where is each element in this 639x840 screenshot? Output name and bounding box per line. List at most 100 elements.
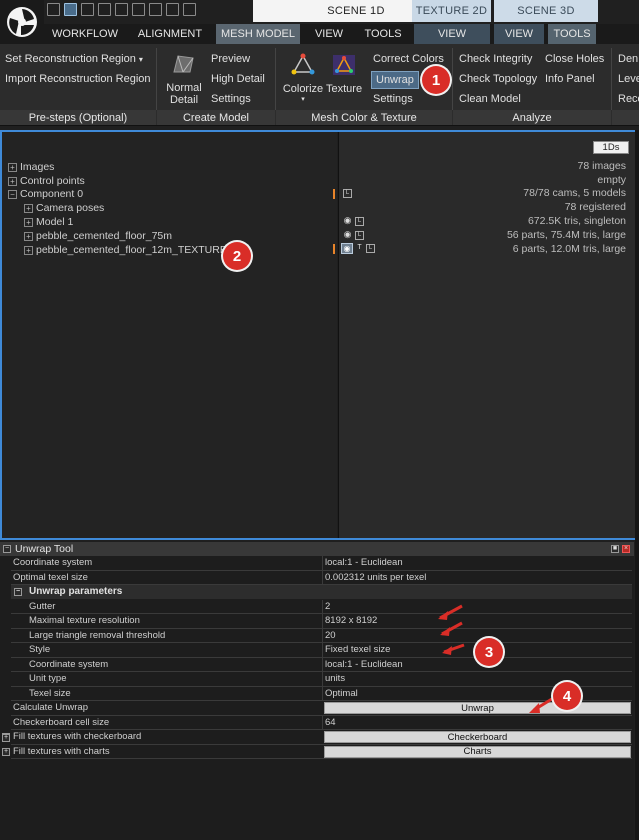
- leve-button[interactable]: Leve: [618, 73, 639, 85]
- tab-scene-3d[interactable]: SCENE 3D: [494, 0, 598, 22]
- divider: [322, 599, 323, 614]
- model1-lock-icon[interactable]: L: [355, 217, 364, 226]
- large-tri-value[interactable]: 20: [325, 630, 336, 641]
- dropdown-icon[interactable]: [183, 3, 196, 16]
- tab-tools-3d[interactable]: TOOLS: [548, 24, 596, 44]
- pin-icon[interactable]: ■: [611, 545, 619, 553]
- expand-icon[interactable]: +: [2, 734, 10, 742]
- tree-item-floor-12m-textured[interactable]: + pebble_cemented_floor_12m_TEXTURED: [24, 243, 234, 257]
- group-create-model: Create Model: [157, 110, 275, 125]
- import-region-button[interactable]: Import Reconstruction Region: [5, 73, 151, 85]
- collapse-icon[interactable]: −: [14, 588, 22, 596]
- check-topology-button[interactable]: Check Topology: [459, 73, 537, 85]
- texture-settings-button[interactable]: Settings: [373, 93, 413, 105]
- layout-quad-icon[interactable]: [149, 3, 162, 16]
- tree-item-camera-poses[interactable]: + Camera poses: [24, 201, 104, 215]
- tab-workflow[interactable]: WORKFLOW: [44, 24, 126, 44]
- section-label: Unwrap parameters: [29, 586, 123, 597]
- expand-icon[interactable]: +: [8, 176, 17, 186]
- tab-tools[interactable]: TOOLS: [356, 24, 410, 44]
- ribbon-tab-bar: WORKFLOW ALIGNMENT MESH MODEL VIEW TOOLS…: [44, 24, 639, 44]
- tab-scene-1d[interactable]: SCENE 1D: [316, 0, 396, 22]
- colorize-button[interactable]: Colorize ▾: [282, 53, 324, 103]
- expand-icon[interactable]: +: [24, 245, 33, 255]
- floor75-lock-icon[interactable]: L: [355, 231, 364, 240]
- style-value[interactable]: Fixed texel size: [325, 644, 390, 655]
- check-integrity-button[interactable]: Check Integrity: [459, 53, 532, 65]
- divider: [156, 48, 157, 110]
- coord-value[interactable]: local:1 - Euclidean: [325, 557, 403, 568]
- info-panel-button[interactable]: Info Panel: [545, 73, 595, 85]
- unit-value[interactable]: units: [325, 673, 345, 684]
- layout-split-icon[interactable]: [81, 3, 94, 16]
- tree-item-model-1[interactable]: + Model 1: [24, 215, 73, 229]
- view-1ds-button[interactable]: 1Ds: [593, 141, 629, 154]
- eye-icon[interactable]: ◉: [343, 230, 352, 240]
- optimal-value: 0.002312 units per texel: [325, 571, 427, 583]
- model-settings-button[interactable]: Settings: [211, 93, 251, 105]
- ribbon-panel: Set Reconstruction Region ▾ Import Recon…: [0, 44, 639, 126]
- undo-icon[interactable]: [166, 3, 179, 16]
- tab-view-3d[interactable]: VIEW: [494, 24, 544, 44]
- expand-icon[interactable]: +: [2, 748, 10, 756]
- layout-active-icon[interactable]: [64, 3, 77, 16]
- checkerboard-button[interactable]: Checkerboard: [324, 731, 631, 743]
- chevron-down-icon: ▾: [138, 55, 143, 64]
- texel-value[interactable]: Optimal: [325, 688, 358, 699]
- tree-item-control-points[interactable]: + Control points: [8, 174, 85, 188]
- tree-item-images[interactable]: + Images: [8, 160, 54, 174]
- clean-model-button[interactable]: Clean Model: [459, 93, 521, 105]
- eye-icon[interactable]: ◉: [343, 216, 352, 226]
- expand-icon[interactable]: +: [8, 162, 17, 172]
- control-points-label: Control points: [20, 175, 85, 187]
- maxres-value[interactable]: 8192 x 8192: [325, 615, 377, 626]
- tab-texture-2d[interactable]: TEXTURE 2D: [412, 0, 491, 22]
- preview-button[interactable]: Preview: [211, 53, 250, 65]
- section-unwrap-parameters[interactable]: − Unwrap parameters: [11, 585, 632, 599]
- tree-item-component[interactable]: − Component 0: [8, 187, 83, 201]
- texture-flag-icon: T: [357, 244, 362, 251]
- images-info: 78 images: [577, 160, 626, 172]
- texture-button[interactable]: Texture: [326, 53, 362, 95]
- gutter-value[interactable]: 2: [325, 601, 330, 612]
- reco-button[interactable]: Reco: [618, 93, 639, 105]
- tab-view-2d[interactable]: VIEW: [414, 24, 490, 44]
- tab-alignment[interactable]: ALIGNMENT: [130, 24, 210, 44]
- close-holes-button[interactable]: Close Holes: [545, 53, 604, 65]
- step-badge-2: 2: [223, 242, 251, 270]
- charts-button[interactable]: Charts: [324, 745, 631, 758]
- expand-icon[interactable]: +: [24, 217, 33, 227]
- coord-label: Coordinate system: [13, 557, 93, 568]
- layout-columns-icon[interactable]: [115, 3, 128, 16]
- normal-detail-button[interactable]: Normal Detail: [164, 53, 204, 106]
- den-button[interactable]: Den: [618, 53, 638, 65]
- tool-title: Unwrap Tool: [15, 543, 74, 555]
- floor75-info: 56 parts, 75.4M tris, large: [506, 229, 626, 241]
- app-logo[interactable]: [0, 0, 44, 44]
- high-detail-button[interactable]: High Detail: [211, 73, 265, 85]
- checker-cell-value[interactable]: 64: [325, 717, 336, 728]
- floor12-info: 6 parts, 12.0M tris, large: [512, 243, 626, 255]
- collapse-icon[interactable]: −: [3, 545, 11, 553]
- correct-colors-button[interactable]: Correct Colors: [373, 53, 444, 65]
- close-icon[interactable]: ×: [622, 545, 630, 553]
- collapse-icon[interactable]: −: [8, 189, 17, 199]
- divider: [322, 614, 323, 628]
- eye-icon[interactable]: ◉: [341, 243, 353, 254]
- large-tri-label: Large triangle removal threshold: [29, 629, 166, 641]
- tab-mesh-model[interactable]: MESH MODEL: [216, 24, 300, 44]
- component-lock-icon[interactable]: L: [343, 189, 352, 198]
- layout-grid-icon[interactable]: [98, 3, 111, 16]
- unwrap-button[interactable]: Unwrap: [324, 702, 631, 714]
- set-region-button[interactable]: Set Reconstruction Region ▾: [5, 53, 143, 65]
- coord2-value[interactable]: local:1 - Euclidean: [325, 659, 403, 670]
- expand-icon[interactable]: +: [24, 231, 33, 241]
- tab-view[interactable]: VIEW: [306, 24, 352, 44]
- tree-item-floor-75m[interactable]: + pebble_cemented_floor_75m: [24, 229, 172, 243]
- layout-icon[interactable]: [47, 3, 60, 16]
- unwrap-ribbon-button[interactable]: Unwrap: [371, 71, 419, 89]
- unit-label: Unit type: [29, 673, 67, 684]
- layout-rows-icon[interactable]: [132, 3, 145, 16]
- floor12-lock-icon[interactable]: L: [366, 244, 375, 253]
- expand-icon[interactable]: +: [24, 203, 33, 213]
